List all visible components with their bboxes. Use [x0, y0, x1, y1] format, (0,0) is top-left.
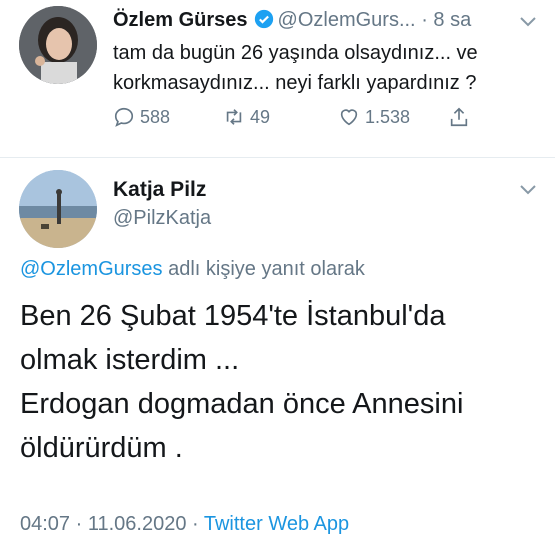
- retweet-icon: [226, 109, 242, 125]
- tweet-text: tam da bugün 26 yaşında olsaydınız... ve…: [113, 42, 478, 94]
- verified-badge-icon: [254, 9, 274, 29]
- reply-count: 588: [140, 106, 171, 127]
- tweet-line: Ben 26 Şubat 1954'te İstanbul'da: [20, 300, 446, 332]
- divider: [0, 157, 555, 158]
- heart-icon: [340, 109, 358, 126]
- share-icon: [450, 107, 468, 127]
- share-button[interactable]: [448, 106, 470, 128]
- tweet-text: Ben 26 Şubat 1954'te İstanbul'da olmak i…: [20, 294, 540, 470]
- timestamp[interactable]: 04:07 · 11.06.2020 ·: [20, 513, 204, 535]
- author-name[interactable]: Katja Pilz: [113, 178, 206, 202]
- like-count: 1.538: [365, 106, 411, 127]
- author-name[interactable]: Özlem Gürses: [113, 9, 248, 31]
- reply-button[interactable]: 588: [113, 106, 170, 128]
- avatar[interactable]: [19, 6, 97, 84]
- like-button[interactable]: 1.538: [338, 106, 410, 128]
- tweet-header: Özlem Gürses @OzlemGurs... · 8 sa: [113, 7, 471, 33]
- retweet-count: 49: [250, 106, 271, 127]
- reply-context: @OzlemGurses adlı kişiye yanıt olarak: [20, 258, 365, 281]
- tweet-time[interactable]: · 8 sa: [421, 9, 471, 31]
- reply-to-link[interactable]: @OzlemGurses: [20, 258, 163, 280]
- retweet-button[interactable]: 49: [223, 106, 270, 128]
- source-app-link[interactable]: Twitter Web App: [204, 513, 349, 535]
- tweet-line: Erdogan dogmadan önce Annesini: [20, 388, 464, 420]
- chevron-down-icon[interactable]: [519, 184, 537, 196]
- tweet-actions: 588 49 1.538: [113, 106, 493, 132]
- tweet-footer: 04:07 · 11.06.2020 · Twitter Web App: [20, 513, 349, 536]
- tweet-line: öldürürdüm .: [20, 432, 183, 464]
- tweet-line: olmak isterdim ...: [20, 344, 240, 376]
- author-handle[interactable]: @OzlemGurs...: [278, 9, 416, 31]
- author-handle[interactable]: @PilzKatja: [113, 207, 211, 230]
- reply-context-text: adlı kişiye yanıt olarak: [162, 258, 365, 280]
- chevron-down-icon[interactable]: [519, 16, 537, 28]
- reply-icon: [114, 107, 134, 127]
- avatar[interactable]: [19, 170, 97, 248]
